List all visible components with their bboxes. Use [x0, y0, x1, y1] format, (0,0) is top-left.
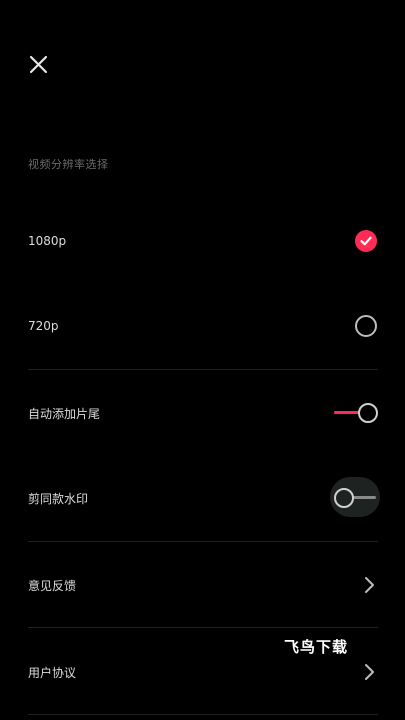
radio-unselected-icon[interactable]	[355, 315, 377, 337]
auto-add-ending-label: 自动添加片尾	[28, 406, 101, 421]
close-button[interactable]	[26, 52, 52, 78]
chevron-right-icon	[365, 664, 374, 680]
resolution-section-title: 视频分辨率选择	[28, 158, 109, 171]
site-watermark: 飞鸟下载	[284, 638, 349, 656]
radio-selected-check-icon[interactable]	[355, 230, 377, 252]
user-agreement-row[interactable]: 用户协议	[28, 652, 378, 692]
resolution-option-720p[interactable]: 720p	[28, 306, 378, 346]
divider	[28, 541, 378, 542]
close-icon	[29, 55, 48, 74]
settings-screen: 视频分辨率选择 1080p 720p 自动添加片尾 剪同款水印 意见反馈 用户协…	[0, 0, 405, 720]
watermark-switch[interactable]	[330, 477, 380, 517]
divider	[28, 369, 378, 370]
user-agreement-label: 用户协议	[28, 665, 77, 680]
switch-knob	[334, 488, 354, 508]
chevron-right-icon	[365, 577, 374, 593]
watermark-label: 剪同款水印	[28, 491, 89, 506]
switch-knob	[358, 403, 378, 423]
resolution-option-label: 1080p	[28, 234, 67, 248]
watermark-row: 剪同款水印	[28, 477, 380, 518]
auto-add-ending-switch[interactable]	[334, 400, 378, 426]
resolution-option-1080p[interactable]: 1080p	[28, 221, 378, 261]
auto-add-ending-row: 自动添加片尾	[28, 393, 378, 433]
resolution-option-label: 720p	[28, 319, 59, 333]
divider	[28, 714, 378, 715]
feedback-label: 意见反馈	[28, 578, 77, 593]
feedback-row[interactable]: 意见反馈	[28, 565, 378, 605]
divider	[28, 627, 378, 628]
